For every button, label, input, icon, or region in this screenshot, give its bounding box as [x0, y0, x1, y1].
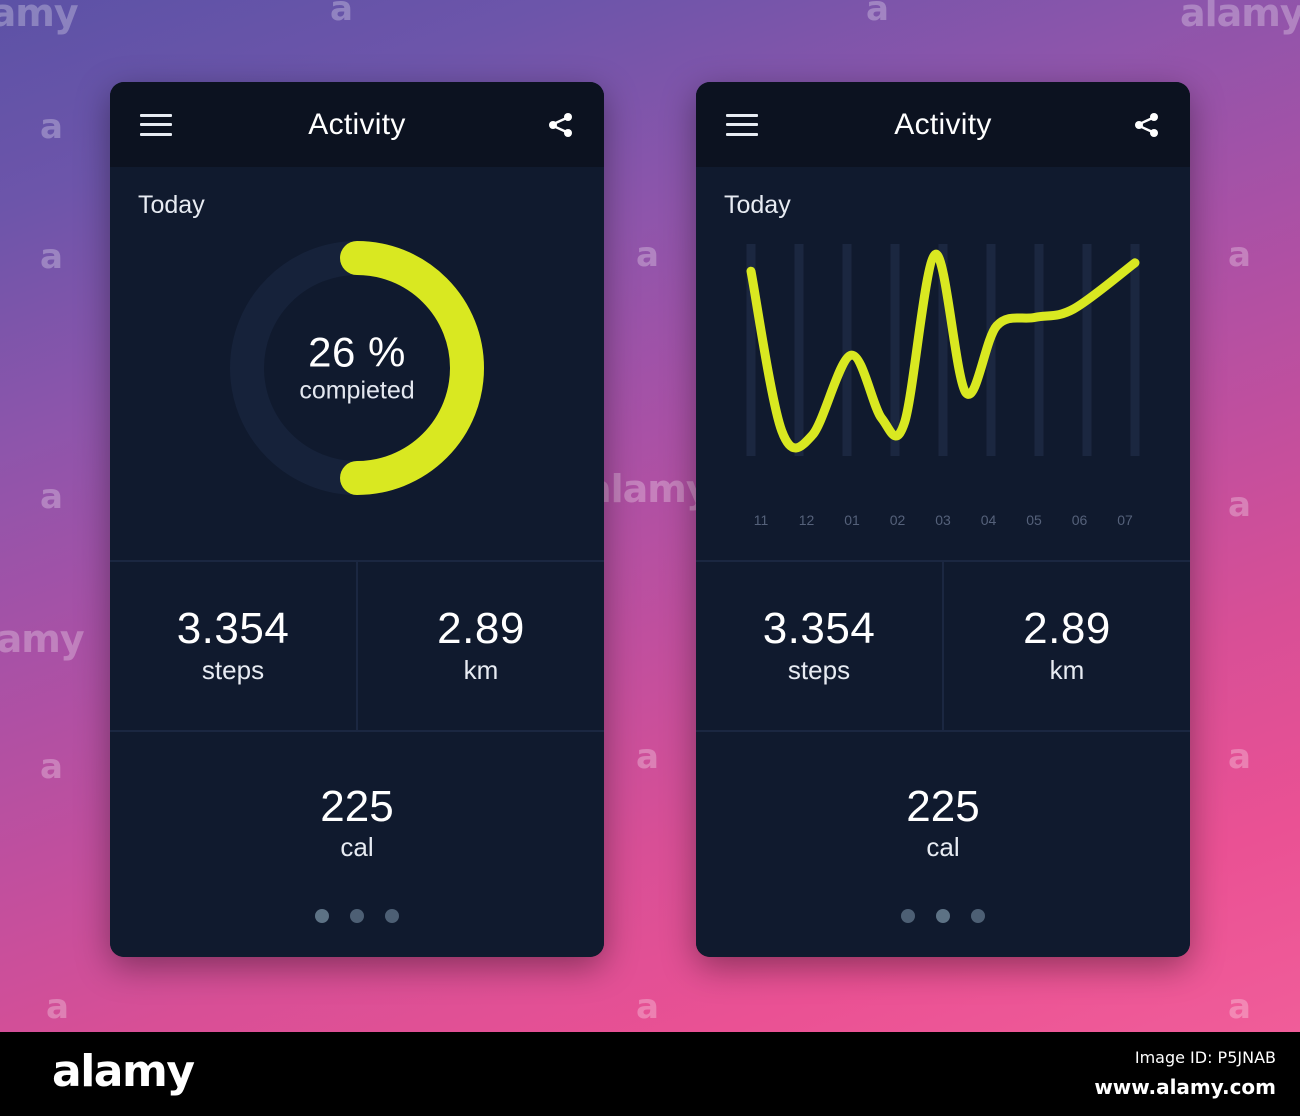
- app-topbar: Activity: [696, 82, 1190, 167]
- phone-mockup-progress: Activity Today 26 % compieted 3.354 step…: [110, 82, 604, 957]
- alamy-url-label: www.alamy.com: [1094, 1075, 1276, 1099]
- section-label-today: Today: [724, 191, 791, 219]
- pagination-dot[interactable]: [315, 909, 329, 923]
- hamburger-icon[interactable]: [140, 113, 172, 136]
- calories-unit: cal: [926, 832, 960, 863]
- chart-x-tick: 06: [1071, 512, 1088, 528]
- hero-progress-ring: 26 % compieted: [110, 220, 604, 560]
- watermark-word: alamy: [0, 0, 79, 35]
- stat-value: 2.89: [1023, 604, 1111, 654]
- watermark-word: alamy: [0, 617, 85, 661]
- watermark-letter: a: [40, 107, 63, 147]
- stat-value: 3.354: [762, 604, 876, 654]
- calories-value: 225: [320, 782, 394, 831]
- page-title: Activity: [308, 107, 406, 141]
- section-label-today: Today: [138, 191, 205, 219]
- watermark-letter: a: [636, 987, 659, 1027]
- watermark-letter: a: [636, 737, 659, 777]
- watermark-letter: a: [866, 0, 889, 29]
- pagination-dots: [696, 909, 1190, 957]
- screenshot-stage: alamy a a a a alamy a a a a alamy a a a …: [0, 0, 1300, 1116]
- chart-x-tick: 04: [980, 512, 997, 528]
- footer-meta: Image ID: P5JNAB www.alamy.com: [1094, 1048, 1276, 1099]
- stat-unit: steps: [787, 654, 851, 685]
- screen-body: Today 26 % compieted 3.354 steps 2.89 km…: [110, 167, 604, 957]
- stat-steps: 3.354 steps: [110, 562, 356, 730]
- stat-calories: 225 cal: [696, 732, 1190, 909]
- pagination-dots: [110, 909, 604, 957]
- watermark-letter: a: [636, 235, 659, 275]
- stat-steps: 3.354 steps: [696, 562, 942, 730]
- stat-value: 3.354: [176, 604, 290, 654]
- chart-x-tick: 11: [753, 512, 769, 528]
- share-icon[interactable]: [546, 110, 576, 140]
- chart-x-tick: 05: [1026, 512, 1042, 528]
- watermark-letter: a: [46, 987, 69, 1027]
- stats-row: 3.354 steps 2.89 km: [110, 560, 604, 732]
- watermark-word: alamy: [586, 467, 711, 511]
- chart-x-tick: 01: [844, 512, 860, 528]
- alamy-footer-bar: alamy Image ID: P5JNAB www.alamy.com: [0, 1032, 1300, 1116]
- stats-row: 3.354 steps 2.89 km: [696, 560, 1190, 732]
- alamy-logo: alamy: [52, 1046, 195, 1097]
- chart-x-tick: 12: [798, 512, 815, 528]
- chart-x-tick: 03: [935, 512, 951, 528]
- stat-unit: steps: [201, 654, 265, 685]
- watermark-letter: a: [40, 237, 63, 277]
- activity-line-chart: 11 12 01 02 03 04 05 06 07: [743, 238, 1143, 528]
- watermark-letter: a: [1228, 485, 1251, 525]
- stat-distance: 2.89 km: [356, 562, 604, 730]
- stat-unit: km: [1049, 654, 1085, 685]
- pagination-dot[interactable]: [901, 909, 915, 923]
- pagination-dot[interactable]: [936, 909, 950, 923]
- watermark-letter: a: [1228, 737, 1251, 777]
- share-icon[interactable]: [1132, 110, 1162, 140]
- phone-mockup-chart: Activity Today 11 12 01 02 03 04 05 06 0…: [696, 82, 1190, 957]
- chart-x-axis: 11 12 01 02 03 04 05 06 07: [743, 512, 1143, 528]
- pagination-dot[interactable]: [350, 909, 364, 923]
- watermark-letter: a: [330, 0, 353, 29]
- stat-calories: 225 cal: [110, 732, 604, 909]
- image-id-label: Image ID: P5JNAB: [1134, 1048, 1276, 1067]
- pagination-dot[interactable]: [971, 909, 985, 923]
- hero-activity-chart: 11 12 01 02 03 04 05 06 07: [696, 220, 1190, 560]
- progress-ring: 26 % compieted: [221, 232, 493, 504]
- watermark-word: alamy: [1180, 0, 1300, 35]
- app-topbar: Activity: [110, 82, 604, 167]
- stat-value: 2.89: [437, 604, 525, 654]
- watermark-letter: a: [40, 477, 63, 517]
- calories-value: 225: [906, 782, 980, 831]
- hamburger-icon[interactable]: [726, 113, 758, 136]
- stat-distance: 2.89 km: [942, 562, 1190, 730]
- watermark-letter: a: [40, 747, 63, 787]
- page-title: Activity: [894, 107, 992, 141]
- watermark-letter: a: [1228, 987, 1251, 1027]
- artboard-background: alamy a a a a alamy a a a a alamy a a a …: [0, 0, 1300, 1032]
- chart-x-tick: 07: [1117, 512, 1133, 528]
- chart-x-tick: 02: [889, 512, 906, 528]
- pagination-dot[interactable]: [385, 909, 399, 923]
- watermark-letter: a: [1228, 235, 1251, 275]
- calories-unit: cal: [340, 832, 374, 863]
- screen-body: Today 11 12 01 02 03 04 05 06 07 3.354 steps: [696, 167, 1190, 957]
- stat-unit: km: [463, 654, 499, 685]
